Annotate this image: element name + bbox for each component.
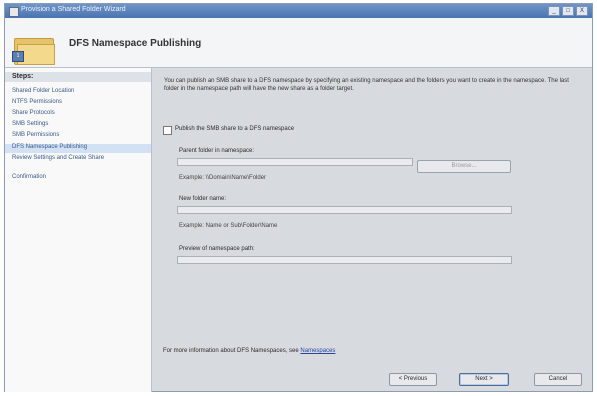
step-confirmation[interactable]: Confirmation: [12, 174, 46, 180]
namespace-path-preview: [177, 256, 512, 264]
step-smb-settings[interactable]: SMB Settings: [12, 121, 48, 127]
title-bar: Provision a Shared Folder Wizard _ □ X: [5, 4, 592, 18]
wizard-header: 1 DFS Namespace Publishing: [5, 18, 592, 68]
wizard-window: Provision a Shared Folder Wizard _ □ X 1…: [4, 3, 593, 392]
step-ntfs-permissions[interactable]: NTFS Permissions: [12, 99, 62, 105]
steps-sidebar: Steps: Shared Folder Location NTFS Permi…: [5, 68, 152, 392]
step-shared-folder-location[interactable]: Shared Folder Location: [12, 88, 74, 94]
app-icon: [9, 7, 19, 17]
preview-label: Preview of namespace path:: [179, 246, 255, 252]
next-button[interactable]: Next >: [459, 373, 509, 386]
parent-folder-input[interactable]: [177, 158, 413, 166]
folder-badge: 1: [12, 51, 24, 62]
more-info-label: For more information about DFS Namespace…: [163, 348, 299, 354]
minimize-button[interactable]: _: [548, 6, 560, 16]
publish-checkbox-label: Publish the SMB share to a DFS namespace: [175, 126, 295, 132]
cancel-button[interactable]: Cancel: [534, 373, 582, 386]
more-info-text: For more information about DFS Namespace…: [163, 348, 335, 354]
publish-checkbox[interactable]: [163, 126, 172, 135]
parent-folder-example: Example: \\Domain\Name\Folder: [179, 175, 267, 181]
previous-button[interactable]: < Previous: [389, 373, 437, 386]
step-review-settings[interactable]: Review Settings and Create Share: [12, 155, 140, 162]
namespaces-link[interactable]: Namespaces: [300, 348, 335, 354]
new-folder-input[interactable]: [177, 206, 512, 214]
close-button[interactable]: X: [576, 6, 588, 16]
page-title: DFS Namespace Publishing: [69, 38, 202, 49]
step-dfs-namespace-publishing[interactable]: DFS Namespace Publishing: [5, 144, 151, 153]
shared-folder-icon: 1: [12, 34, 55, 65]
content-pane: You can publish an SMB share to a DFS na…: [152, 68, 593, 392]
maximize-button[interactable]: □: [562, 6, 574, 16]
steps-heading: Steps:: [5, 72, 151, 82]
parent-folder-label: Parent folder in namespace:: [179, 148, 255, 154]
step-smb-permissions[interactable]: SMB Permissions: [12, 132, 59, 138]
window-title: Provision a Shared Folder Wizard: [21, 6, 126, 13]
description-text: You can publish an SMB share to a DFS na…: [164, 78, 569, 92]
window-controls: _ □ X: [548, 6, 588, 16]
browse-button[interactable]: Browse...: [417, 160, 511, 173]
new-folder-label: New folder name:: [179, 196, 227, 202]
new-folder-example: Example: Name or Sub\Folder\Name: [179, 223, 278, 229]
step-share-protocols[interactable]: Share Protocols: [12, 110, 55, 116]
